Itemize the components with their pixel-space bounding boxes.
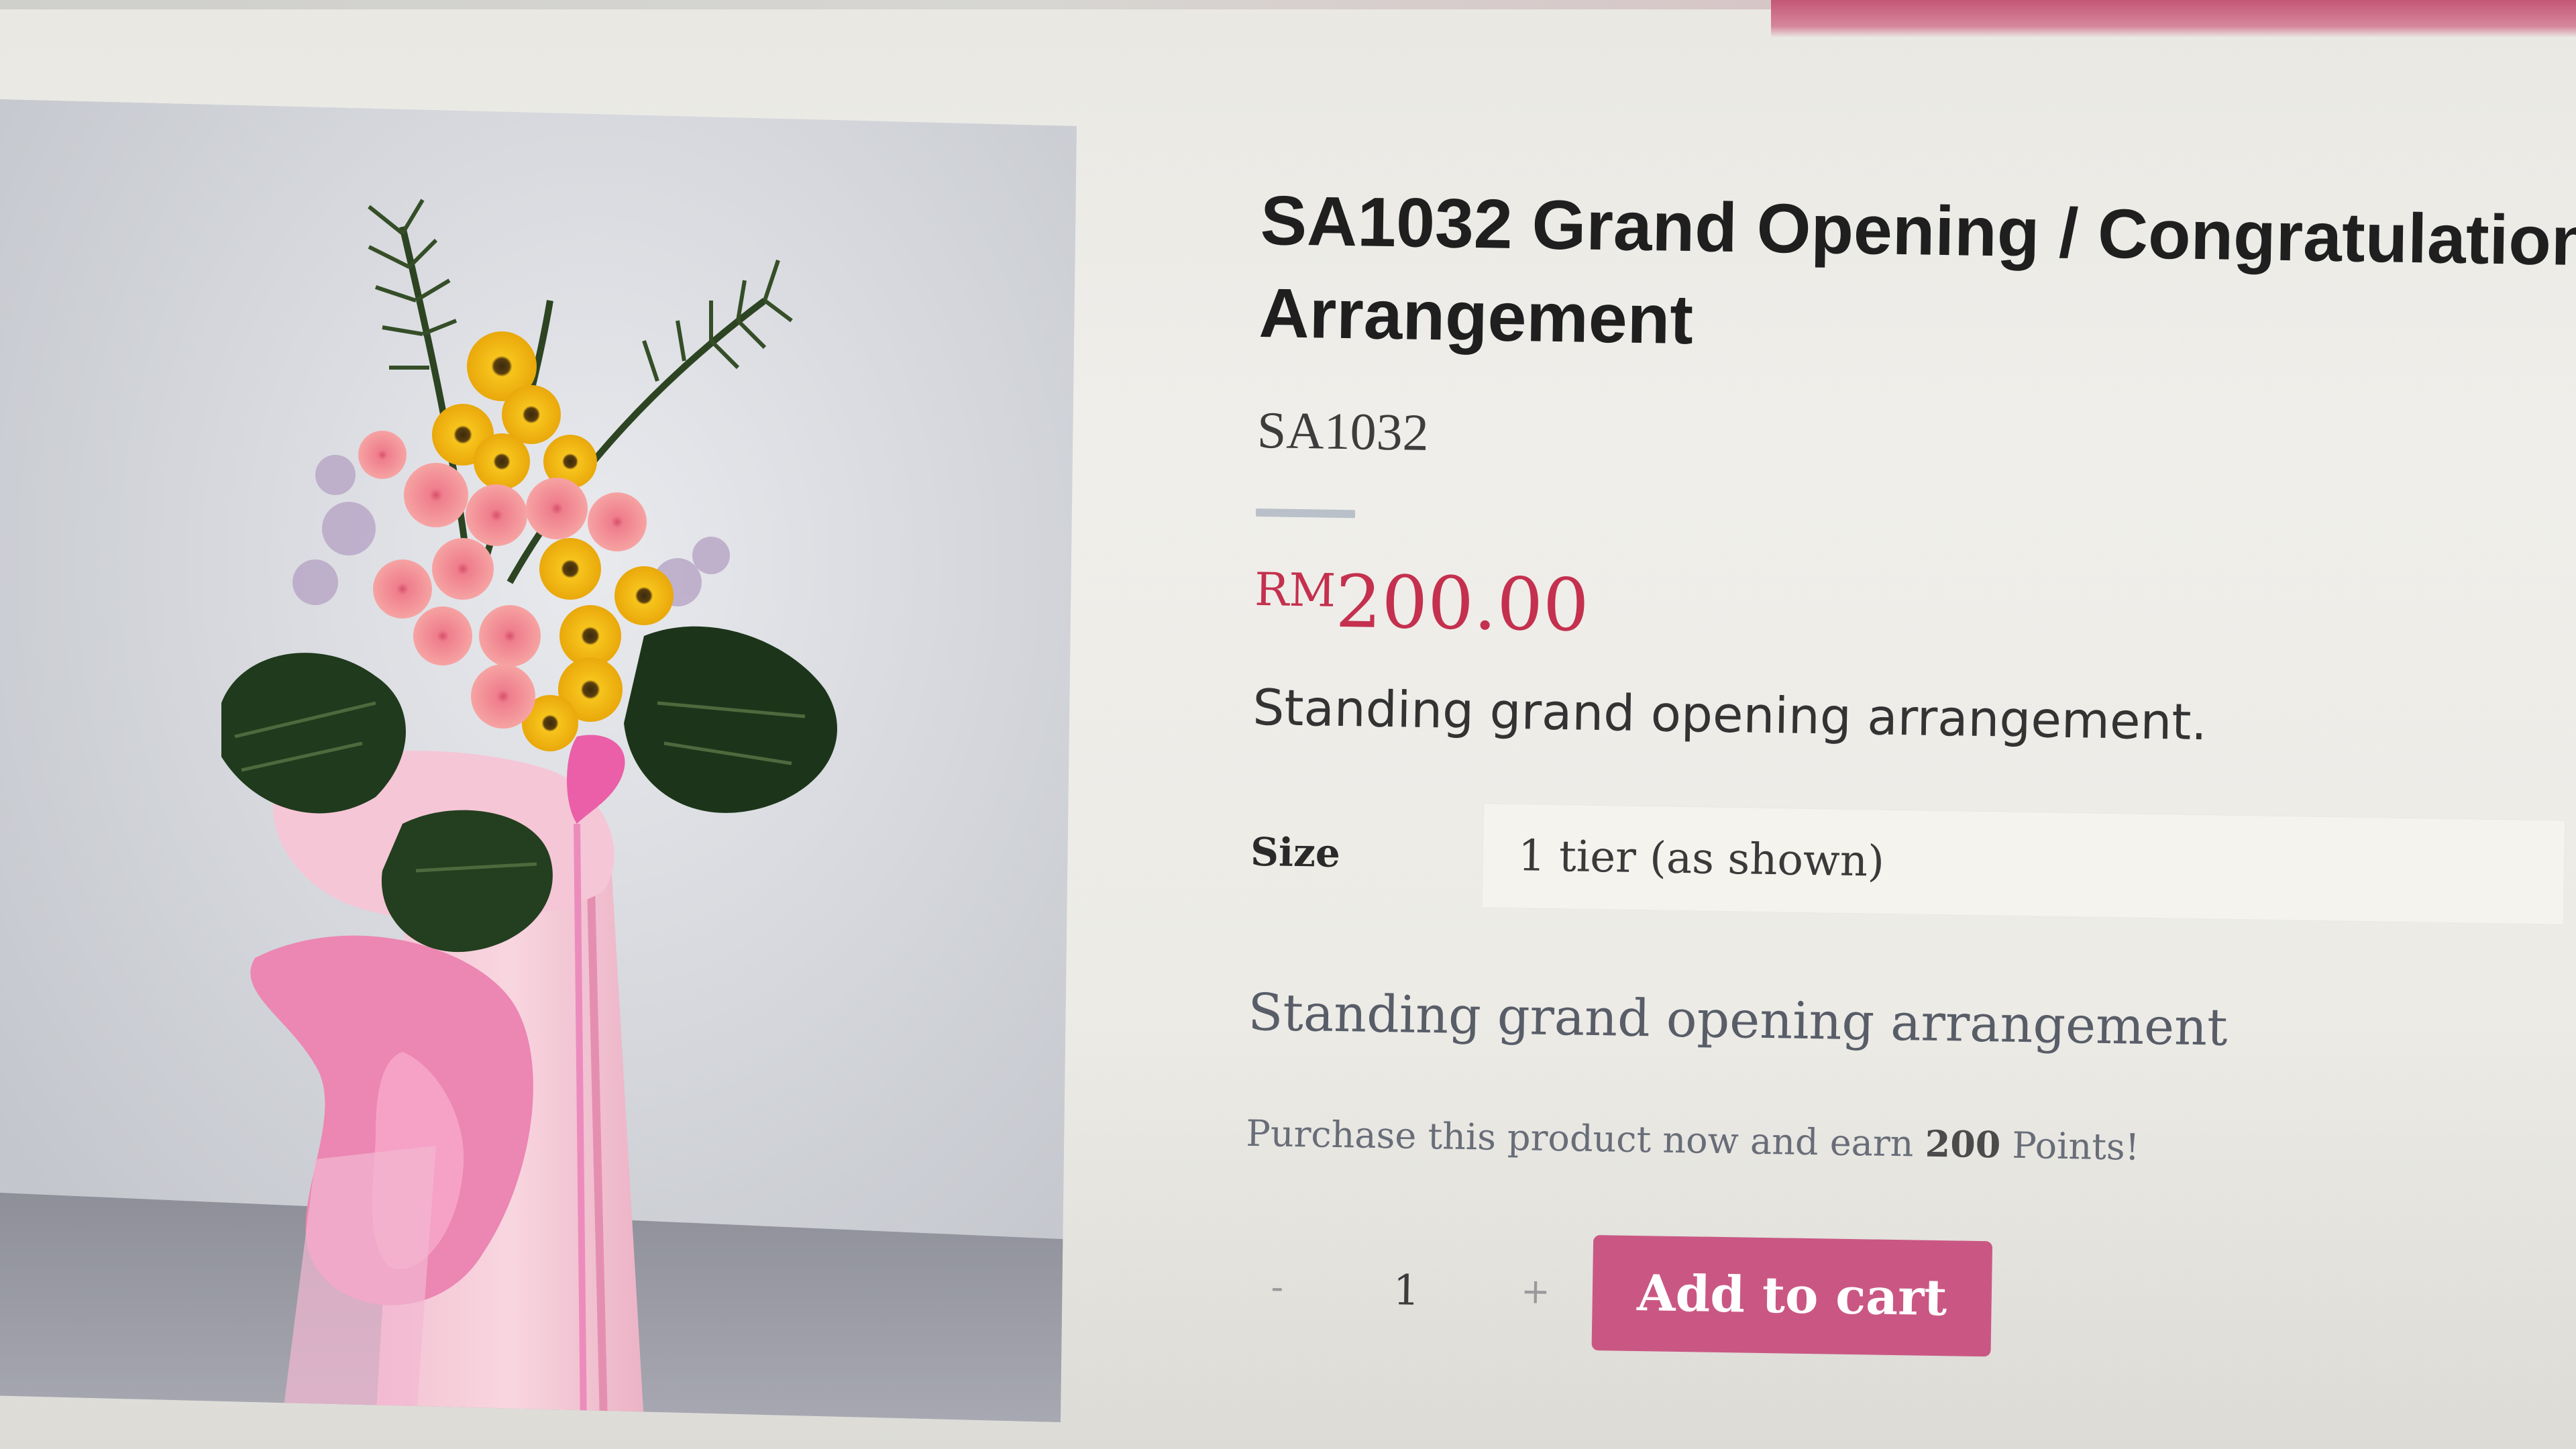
price-currency: RM [1254, 563, 1336, 618]
cart-row: - 1 + Add to cart [1243, 1230, 2559, 1366]
size-selected-value: 1 tier (as shown) [1517, 831, 1885, 887]
quantity-stepper: - 1 + [1243, 1244, 1570, 1336]
points-prefix: Purchase this product now and earn [1246, 1112, 1926, 1165]
product-details: SA1032 Grand Opening / Congratulations A… [1242, 174, 2576, 1443]
variation-row: Size 1 tier (as shown) [1250, 797, 2567, 928]
quantity-increment-button[interactable]: + [1501, 1271, 1569, 1313]
quantity-input[interactable]: 1 [1310, 1264, 1502, 1316]
header-accent [1771, 0, 2576, 38]
product-price: RM200.00 [1254, 560, 2569, 658]
price-amount: 200.00 [1334, 559, 1590, 648]
short-description: Standing grand opening arrangement. [1252, 678, 2208, 752]
divider [1255, 508, 1356, 519]
product-title: SA1032 Grand Opening / Congratulations A… [1258, 181, 2576, 360]
size-select[interactable]: 1 tier (as shown) [1481, 802, 2567, 926]
flower-arrangement-picture [0, 99, 1077, 1422]
points-note: Purchase this product now and earn 200 P… [1246, 1112, 2561, 1175]
size-label: Size [1250, 828, 1341, 876]
quantity-decrement-button[interactable]: - [1243, 1267, 1311, 1309]
add-to-cart-button[interactable]: Add to cart [1591, 1234, 1993, 1357]
long-description: Standing grand opening arrangement [1247, 981, 2229, 1057]
points-suffix: Points! [2000, 1124, 2140, 1169]
points-amount: 200 [1925, 1122, 2001, 1167]
product-sku: SA1032 [1256, 400, 1430, 462]
top-bar [0, 0, 2576, 40]
product-image[interactable] [0, 99, 1077, 1422]
